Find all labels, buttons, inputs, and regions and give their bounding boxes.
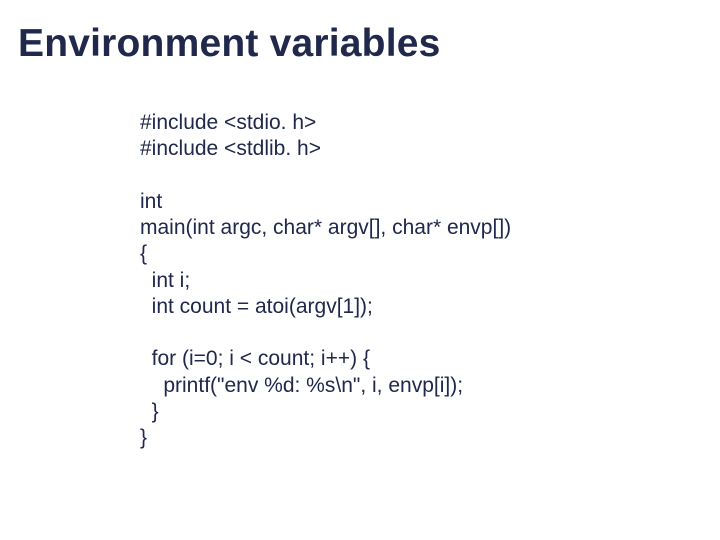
slide: Environment variables #include <stdio. h… — [0, 0, 720, 540]
code-block: #include <stdio. h> #include <stdlib. h>… — [140, 110, 660, 451]
slide-title: Environment variables — [18, 22, 441, 66]
